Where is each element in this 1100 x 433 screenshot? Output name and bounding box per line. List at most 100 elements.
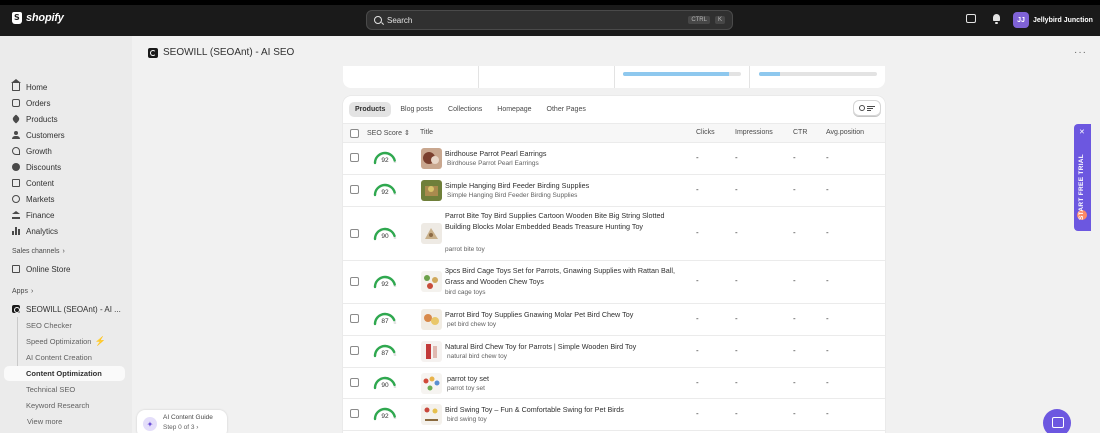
focus-keyword: pet bird chew toy (447, 321, 497, 328)
seoant-app-icon (148, 47, 158, 58)
product-thumbnail (421, 309, 442, 330)
title-header: Title (420, 129, 433, 136)
clicks-header: Clicks (696, 129, 715, 136)
sidebar-item-analytics[interactable]: Analytics (12, 225, 58, 237)
sidebar-item-online-store[interactable]: Online Store (12, 263, 70, 275)
guide-step-label: Step 0 of 3 (163, 424, 195, 431)
product-title-link[interactable]: 3pcs Bird Cage Toys Set for Parrots, Gna… (445, 265, 685, 287)
store-icon (12, 265, 20, 273)
tab-homepage[interactable]: Homepage (491, 102, 537, 117)
table-row[interactable]: 90 Parrot Bite Toy Bird Supplies Cartoon… (343, 207, 885, 261)
tab-collections[interactable]: Collections (442, 102, 488, 117)
sidebar-sub-technical-seo[interactable]: Technical SEO (26, 383, 75, 395)
progress-fill (623, 72, 730, 76)
sidebar-item-home[interactable]: Home (11, 79, 48, 93)
tab-blog-posts[interactable]: Blog posts (394, 102, 439, 117)
ctr-value: - (793, 409, 796, 418)
sidebar-view-more[interactable]: View more (27, 415, 62, 427)
table-row[interactable]: 92 3pcs Bird Cage Toys Set for Parrots, … (343, 261, 885, 304)
sub-item-label: SEO Checker (26, 320, 72, 330)
avg-position-value: - (826, 228, 829, 237)
apps-header[interactable]: Apps › (12, 288, 33, 295)
more-actions-button[interactable]: ··· (1074, 47, 1087, 58)
sub-item-label: Technical SEO (26, 384, 76, 394)
sidebar-item-content[interactable]: Content (12, 177, 54, 189)
product-title-link[interactable]: Birdhouse Parrot Pearl Earrings (445, 148, 685, 159)
tab-products[interactable]: Products (349, 102, 392, 117)
sidebar-item-seowill[interactable]: SEOWILL (SEOAnt) - AI ... (12, 303, 121, 315)
seo-score-header[interactable]: SEO Score ⇕ (367, 129, 410, 137)
chevron-right-icon: › (62, 248, 65, 255)
avg-position-value: - (826, 346, 829, 355)
avg-position-value: - (826, 314, 829, 323)
impressions-value: - (735, 153, 738, 162)
sidebar-item-discounts[interactable]: Discounts (12, 161, 61, 173)
guide-title: AI Content Guide (163, 414, 213, 421)
sidebar-item-products[interactable]: Products (11, 113, 58, 125)
clicks-value: - (696, 378, 699, 387)
product-title-link[interactable]: Bird Swing Toy – Fun & Comfortable Swing… (445, 404, 685, 415)
table-row[interactable]: 87 Natural Bird Chew Toy for Parrots | S… (343, 336, 885, 368)
row-checkbox[interactable] (350, 314, 359, 323)
sidebar-item-customers[interactable]: Customers (12, 129, 65, 141)
start-free-trial-tab[interactable]: ✕ START FREE TRIAL (1074, 124, 1091, 231)
sidebar-item-label: Home (26, 82, 48, 92)
growth-icon (12, 147, 20, 155)
row-checkbox[interactable] (350, 378, 359, 387)
trial-label: START FREE TRIAL (1078, 153, 1085, 220)
product-title-link[interactable]: parrot toy set (447, 373, 687, 384)
orders-icon (12, 99, 20, 107)
account-menu[interactable]: JJ Jellybird Junction (1013, 12, 1093, 28)
row-checkbox[interactable] (350, 409, 359, 418)
focus-keyword: Simple Hanging Bird Feeder Birding Suppl… (447, 192, 578, 199)
search-icon (859, 105, 865, 111)
table-row[interactable]: 92 Simple Hanging Bird Feeder Birding Su… (343, 175, 885, 207)
ctr-value: - (793, 346, 796, 355)
divider (614, 66, 615, 88)
sales-channels-header[interactable]: Sales channels › (12, 248, 65, 255)
sidebar-item-growth[interactable]: Growth (12, 145, 52, 157)
select-all-checkbox[interactable] (350, 129, 359, 138)
sidebar-item-markets[interactable]: Markets (12, 193, 54, 205)
row-checkbox[interactable] (350, 185, 359, 194)
ai-content-guide[interactable]: ✦ AI Content Guide Step 0 of 3 › (137, 410, 227, 433)
product-title-link[interactable]: Parrot Bird Toy Supplies Gnawing Molar P… (445, 309, 685, 320)
sidebar-item-label: Orders (26, 98, 51, 108)
table-row[interactable]: 90 parrot toy set parrot toy set - - - - (343, 368, 885, 399)
seo-score-gauge: 92 (373, 183, 397, 199)
tab-other-pages[interactable]: Other Pages (541, 102, 592, 117)
shortcut-key: K (714, 16, 725, 24)
table-row[interactable]: 92 Bird Swing Toy – Fun & Comfortable Sw… (343, 399, 885, 431)
bell-icon[interactable] (992, 14, 1002, 24)
table-row[interactable]: 92 Birdhouse Parrot Pearl Earrings Birdh… (343, 143, 885, 175)
product-title-link[interactable]: Natural Bird Chew Toy for Parrots | Simp… (445, 341, 685, 352)
sidebar-sub-keyword-research[interactable]: Keyword Research (26, 399, 89, 411)
sidebar-sub-speed-optimization[interactable]: Speed Optimization ⚡ (26, 335, 106, 347)
chat-button[interactable] (1043, 409, 1071, 433)
shopify-logo[interactable]: shopify (12, 12, 64, 24)
search-filter-button[interactable] (853, 100, 881, 116)
page-title-text: SEOWILL (SEOAnt) - AI SEO (163, 47, 295, 58)
search-input[interactable]: Search CTRL K (366, 10, 733, 30)
product-title-link[interactable]: Parrot Bite Toy Bird Supplies Cartoon Wo… (445, 210, 685, 232)
product-title-link[interactable]: Simple Hanging Bird Feeder Birding Suppl… (445, 180, 685, 191)
row-checkbox[interactable] (350, 153, 359, 162)
ctr-value: - (793, 228, 796, 237)
sidebar-item-orders[interactable]: Orders (12, 97, 50, 109)
row-checkbox[interactable] (350, 229, 359, 238)
sidebar-sub-ai-content-creation[interactable]: AI Content Creation (26, 351, 92, 363)
close-icon[interactable]: ✕ (1079, 128, 1085, 136)
product-thumbnail (421, 223, 442, 244)
row-checkbox[interactable] (350, 277, 359, 286)
sidebar-sub-seo-checker[interactable]: SEO Checker (26, 319, 72, 331)
shopify-wordmark: shopify (26, 12, 64, 24)
row-checkbox[interactable] (350, 346, 359, 355)
content-type-tabs: Products Blog posts Collections Homepage… (349, 102, 592, 117)
progress-bar (759, 72, 877, 76)
table-row[interactable]: 87 Parrot Bird Toy Supplies Gnawing Mola… (343, 304, 885, 336)
sidebar-sub-content-optimization[interactable]: Content Optimization (4, 366, 125, 381)
filter-icon (867, 105, 875, 111)
product-thumbnail (421, 148, 442, 169)
store-icon[interactable] (966, 14, 976, 23)
sidebar-item-finance[interactable]: Finance (12, 209, 54, 221)
